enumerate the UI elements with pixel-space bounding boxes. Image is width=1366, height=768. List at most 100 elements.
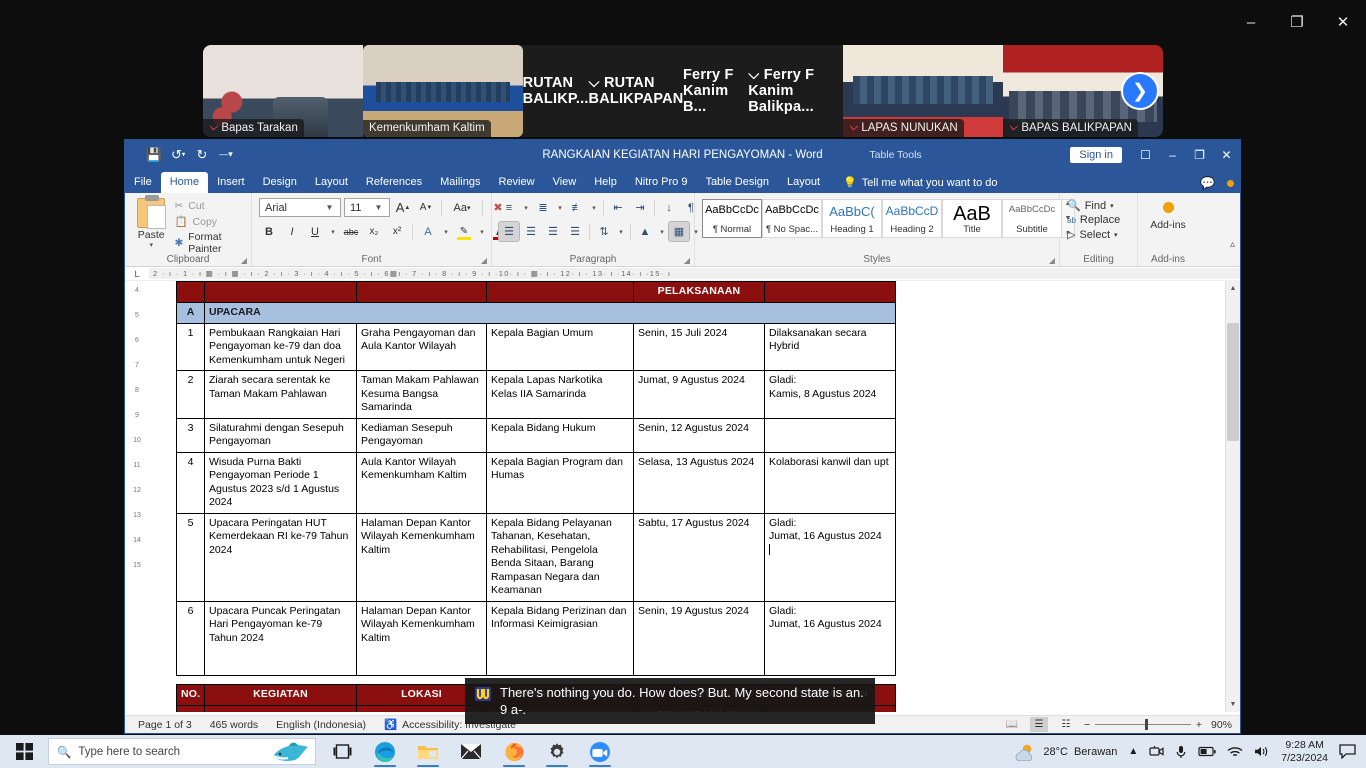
task-view-icon[interactable] <box>322 735 362 768</box>
chevron-down-icon[interactable]: ▼ <box>322 203 337 212</box>
borders-icon[interactable]: ▦ <box>668 221 690 242</box>
ribbon-display-options-icon[interactable]: ☐ <box>1132 140 1159 169</box>
copy-button[interactable]: 📋 Copy <box>174 215 244 229</box>
find-button[interactable]: 🔍 Find ▾ <box>1067 199 1120 213</box>
tab-table-layout[interactable]: Layout <box>778 172 829 193</box>
text-effects-button[interactable]: A <box>418 222 438 241</box>
document-page[interactable]: PELAKSANAAN A UPACARA 1 Pembukaan Rangka… <box>149 281 1240 712</box>
restore-icon[interactable]: ❐ <box>1274 0 1320 44</box>
table-row[interactable]: 4 Wisuda Purna Bakti Pengayoman Periode … <box>176 451 896 514</box>
participant-tile[interactable]: ⌵ LAPAS NUNUKAN <box>843 45 1003 137</box>
chevron-down-icon[interactable]: ▾ <box>589 204 599 212</box>
sort-icon[interactable]: ↓ <box>659 198 679 217</box>
document-vertical-scrollbar[interactable]: ▲ ▼ <box>1225 281 1240 712</box>
language-indicator[interactable]: English (Indonesia) <box>276 719 366 731</box>
justify-icon[interactable]: ☰ <box>565 222 585 241</box>
next-page-icon[interactable]: ❯ <box>1121 72 1159 110</box>
format-painter-button[interactable]: ✱ Format Painter <box>174 231 244 255</box>
tab-help[interactable]: Help <box>585 172 626 193</box>
camera-icon[interactable] <box>1149 745 1164 758</box>
live-caption-overlay[interactable]: There's nothing you do. How does? But. M… <box>465 678 875 724</box>
style-heading-2[interactable]: AaBbCcD Heading 2 <box>882 199 942 238</box>
font-dialog-launcher-icon[interactable]: ◢ <box>481 256 487 265</box>
styles-gallery[interactable]: AaBbCcDc ¶ Normal AaBbCcDc ¶ No Spac... … <box>702 199 1075 238</box>
chevron-down-icon[interactable]: ▼ <box>371 203 386 212</box>
weather-widget[interactable]: 28°C Berawan <box>1013 743 1117 761</box>
participant-filmstrip[interactable]: ⌵ Bapas Tarakan Kemenkumham Kaltim RUTAN… <box>203 45 1163 137</box>
windows-start-icon[interactable] <box>0 735 48 768</box>
highlight-icon[interactable]: ✎ <box>454 222 474 241</box>
tab-design[interactable]: Design <box>254 172 306 193</box>
tab-references[interactable]: References <box>357 172 431 193</box>
search-input[interactable]: 🔍 Type here to search <box>48 738 316 765</box>
restore-icon[interactable]: ❐ <box>1186 140 1213 169</box>
participant-tile[interactable]: ⌵ Bapas Tarakan <box>203 45 363 137</box>
style-normal[interactable]: AaBbCcDc ¶ Normal <box>702 199 762 238</box>
align-right-icon[interactable]: ☰ <box>543 222 563 241</box>
numbering-icon[interactable]: ≣ <box>533 198 553 217</box>
word-count[interactable]: 465 words <box>210 719 258 731</box>
zoom-knob[interactable] <box>1144 719 1148 730</box>
close-icon[interactable]: ✕ <box>1213 140 1240 169</box>
chevron-down-icon[interactable]: ▾ <box>616 228 626 236</box>
subscript-button[interactable]: x₂ <box>364 222 384 241</box>
tab-mailings[interactable]: Mailings <box>431 172 489 193</box>
font-family-combobox[interactable]: Arial ▼ <box>259 198 341 217</box>
scroll-up-icon[interactable]: ▲ <box>1226 281 1240 296</box>
dolphin-icon[interactable] <box>271 741 311 763</box>
grow-font-button[interactable]: A ▲ <box>393 198 413 217</box>
table-row[interactable]: 3 Silaturahmi dengan Sesepuh Pengayoman … <box>176 417 896 453</box>
superscript-button[interactable]: x² <box>387 222 407 241</box>
print-layout-icon[interactable]: ☰ <box>1029 717 1048 732</box>
page-indicator[interactable]: Page 1 of 3 <box>138 719 192 731</box>
align-center-icon[interactable]: ☰ <box>521 222 541 241</box>
read-mode-icon[interactable]: 📖 <box>1003 717 1021 732</box>
style-no-spacing[interactable]: AaBbCcDc ¶ No Spac... <box>762 199 822 238</box>
firefox-icon[interactable] <box>494 735 534 768</box>
scrollbar-thumb[interactable] <box>1227 323 1239 441</box>
tab-insert[interactable]: Insert <box>208 172 254 193</box>
undo-icon[interactable]: ↺ ▾ <box>167 144 189 165</box>
battery-icon[interactable] <box>1198 746 1216 757</box>
wifi-icon[interactable] <box>1227 746 1243 758</box>
save-icon[interactable]: 💾 <box>143 144 165 165</box>
decrease-indent-icon[interactable]: ⇤ <box>608 198 628 217</box>
chevron-down-icon[interactable]: ▾ <box>328 228 338 236</box>
underline-button[interactable]: U <box>305 222 325 241</box>
volume-icon[interactable] <box>1254 745 1270 758</box>
zoom-track[interactable] <box>1095 719 1191 730</box>
microphone-icon[interactable] <box>1175 745 1187 759</box>
tab-file[interactable]: File <box>125 172 161 193</box>
table-row[interactable]: 2 Ziarah secara serentak ke Taman Makam … <box>176 370 896 419</box>
align-left-icon[interactable]: ☰ <box>498 221 520 242</box>
tab-review[interactable]: Review <box>490 172 544 193</box>
participant-name-tile[interactable]: Ferry F Kanim B... ⌵ Ferry F Kanim Balik… <box>683 45 843 137</box>
comments-icon[interactable]: 💬 <box>1200 176 1215 190</box>
paste-button[interactable]: Paste ▾ <box>132 195 170 249</box>
style-title[interactable]: AaB Title <box>942 199 1002 238</box>
clipboard-dialog-launcher-icon[interactable]: ◢ <box>241 256 247 265</box>
zoom-icon[interactable] <box>580 735 620 768</box>
collapse-ribbon-icon[interactable]: ▵ <box>1230 239 1235 250</box>
zoom-in-button[interactable]: + <box>1196 719 1202 731</box>
strikethrough-button[interactable]: abc <box>341 222 361 241</box>
redo-icon[interactable]: ↻ <box>191 144 213 165</box>
scroll-down-icon[interactable]: ▼ <box>1226 697 1240 712</box>
customize-qat-icon[interactable]: —▾ <box>215 144 237 165</box>
sign-in-button[interactable]: Sign in <box>1070 146 1122 163</box>
zoom-level[interactable]: 90% <box>1211 719 1232 731</box>
table-row[interactable]: 5 Upacara Peringatan HUT Kemerdekaan RI … <box>176 512 896 602</box>
styles-dialog-launcher-icon[interactable]: ◢ <box>1049 256 1055 265</box>
close-icon[interactable]: ✕ <box>1320 0 1366 44</box>
style-heading-1[interactable]: AaBbC( Heading 1 <box>822 199 882 238</box>
table-row[interactable]: 1 Pembukaan Rangkaian Hari Pengayoman ke… <box>176 322 896 371</box>
tab-home[interactable]: Home <box>160 172 209 193</box>
line-spacing-icon[interactable]: ⇅ <box>594 222 614 241</box>
chevron-down-icon[interactable]: ▾ <box>441 228 451 236</box>
multilevel-list-icon[interactable]: ≢ <box>567 198 587 217</box>
minimize-icon[interactable]: ‒ <box>1228 0 1274 44</box>
settings-icon[interactable] <box>537 735 577 768</box>
file-explorer-icon[interactable] <box>408 735 448 768</box>
show-hidden-icons-icon[interactable]: ▲ <box>1128 746 1138 757</box>
addins-button[interactable]: Add-ins <box>1145 196 1191 231</box>
